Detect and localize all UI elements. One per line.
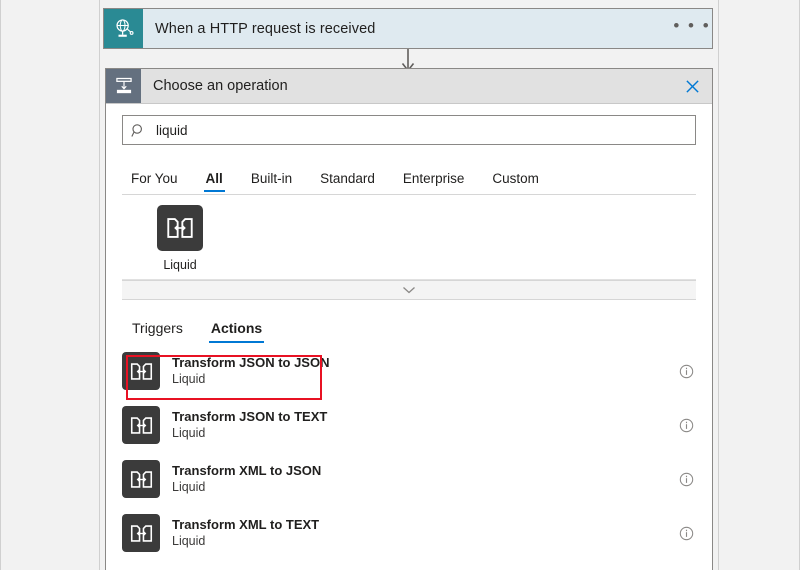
more-commands-icon[interactable]: • • •: [672, 9, 712, 48]
search-icon: [131, 123, 151, 138]
info-icon[interactable]: [664, 364, 708, 379]
operation-subtitle: Liquid: [172, 534, 206, 548]
operation-subtitle: Liquid: [172, 426, 206, 440]
search-row: [106, 104, 712, 148]
info-icon[interactable]: [664, 472, 708, 487]
info-icon[interactable]: [664, 418, 708, 433]
tab-custom[interactable]: Custom: [483, 171, 548, 194]
tab-actions[interactable]: Actions: [201, 320, 272, 344]
connector-tile-liquid[interactable]: Liquid: [138, 205, 222, 279]
panel-header: Choose an operation: [106, 69, 712, 104]
operation-row-transform-xml-to-text[interactable]: Transform XML to TEXT Liquid: [122, 506, 708, 560]
operation-title: Transform XML to TEXT: [172, 517, 320, 532]
liquid-connector-icon: [122, 352, 160, 390]
operation-row-transform-json-to-text[interactable]: Transform JSON to TEXT Liquid: [122, 398, 708, 452]
canvas-left-rail: [99, 0, 100, 570]
liquid-connector-icon: [122, 460, 160, 498]
globe-http-icon: [104, 9, 143, 48]
tab-triggers[interactable]: Triggers: [122, 320, 193, 344]
operation-subtitle: Liquid: [172, 372, 206, 386]
tab-enterprise[interactable]: Enterprise: [394, 171, 474, 194]
liquid-connector-icon: [122, 514, 160, 552]
tab-all[interactable]: All: [197, 171, 232, 194]
collapse-connector-list-bar[interactable]: [122, 280, 696, 300]
choose-operation-panel: Choose an operation liquid For You All B…: [105, 68, 713, 570]
connector-results-grid: Liquid: [122, 194, 696, 280]
close-icon[interactable]: [672, 69, 712, 103]
canvas-right-rail: [718, 0, 719, 570]
operation-row-transform-json-to-json[interactable]: Transform JSON to JSON Liquid: [122, 344, 708, 398]
tab-for-you[interactable]: For You: [122, 171, 187, 194]
operation-type-tab-list: Triggers Actions: [106, 300, 712, 344]
chevron-down-icon: [402, 281, 416, 299]
liquid-connector-icon: [122, 406, 160, 444]
search-input[interactable]: [151, 121, 687, 139]
category-tab-list: For You All Built-in Standard Enterprise…: [106, 156, 712, 194]
operation-list: Transform JSON to JSON Liquid Transform …: [106, 344, 712, 570]
trigger-card-http-request[interactable]: When a HTTP request is received • • •: [103, 8, 713, 49]
operation-title: Transform XML to JSON: [172, 463, 322, 478]
liquid-connector-icon: [157, 205, 203, 251]
operation-title: Transform JSON to TEXT: [172, 409, 328, 424]
info-icon[interactable]: [664, 526, 708, 541]
operation-subtitle: Liquid: [172, 480, 206, 494]
search-box[interactable]: [122, 115, 696, 145]
operation-row-transform-xml-to-json[interactable]: Transform XML to JSON Liquid: [122, 452, 708, 506]
trigger-title: When a HTTP request is received: [155, 20, 376, 37]
tab-built-in[interactable]: Built-in: [242, 171, 301, 194]
panel-title: Choose an operation: [153, 78, 288, 94]
designer-canvas: When a HTTP request is received • • • Ch…: [0, 0, 800, 570]
insert-new-step-icon: [106, 69, 141, 103]
tab-standard[interactable]: Standard: [311, 171, 384, 194]
connector-tile-label: Liquid: [163, 258, 197, 272]
canvas-left-edge: [0, 0, 1, 570]
operation-title: Transform JSON to JSON: [172, 355, 330, 370]
